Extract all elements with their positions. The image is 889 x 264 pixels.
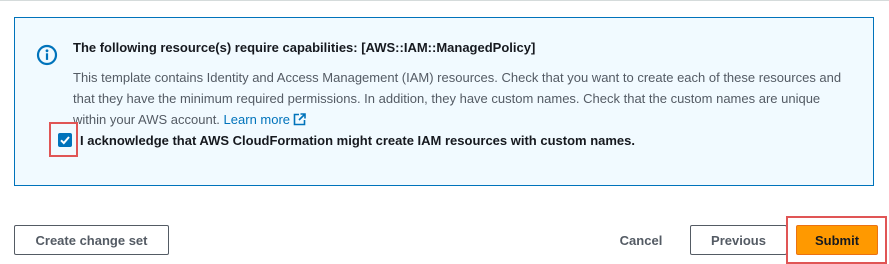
alert-title: The following resource(s) require capabi… (73, 40, 536, 55)
acknowledge-label[interactable]: I acknowledge that AWS CloudFormation mi… (80, 133, 635, 148)
info-icon (36, 44, 58, 66)
alert-body: This template contains Identity and Acce… (73, 67, 853, 130)
create-change-set-button[interactable]: Create change set (14, 225, 169, 255)
alert-body-text: This template contains Identity and Acce… (73, 70, 842, 127)
external-link-icon (293, 113, 306, 126)
cancel-button[interactable]: Cancel (612, 225, 670, 255)
submit-button[interactable]: Submit (796, 225, 878, 255)
top-divider (0, 0, 889, 1)
previous-button[interactable]: Previous (690, 225, 787, 255)
learn-more-link[interactable]: Learn more (224, 112, 306, 127)
acknowledge-checkbox[interactable] (58, 133, 72, 147)
capabilities-info-alert: The following resource(s) require capabi… (14, 17, 874, 186)
checkmark-icon (60, 136, 70, 145)
learn-more-label: Learn more (223, 112, 291, 127)
